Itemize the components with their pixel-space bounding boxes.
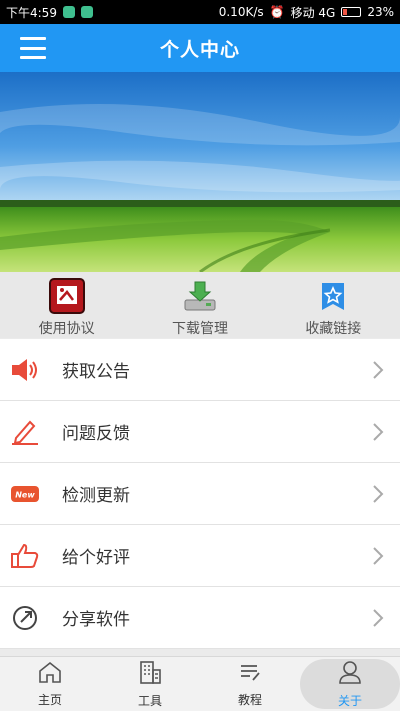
quick-action-label: 下载管理 <box>171 321 228 337</box>
new-badge-text: New <box>15 490 35 499</box>
chevron-right-icon <box>370 544 386 568</box>
menu-item-label: 检测更新 <box>62 486 130 506</box>
speaker-icon <box>10 355 40 385</box>
battery-icon <box>341 7 362 17</box>
quick-action-agreement[interactable]: 使用协议 <box>7 278 127 338</box>
menu-item-share[interactable]: 分享软件 <box>0 587 400 649</box>
chevron-right-icon <box>370 420 386 444</box>
network-speed: 0.10K/s <box>218 5 264 19</box>
menu-item-label: 获取公告 <box>62 362 130 382</box>
notification-icon <box>80 6 93 18</box>
battery-percent: 23% <box>367 5 394 19</box>
app-bar: 个人中心 <box>0 24 400 72</box>
nav-item-home[interactable]: 主页 <box>0 657 100 711</box>
new-badge-icon: New <box>10 479 40 509</box>
download-icon <box>181 278 219 314</box>
nav-item-tutorials[interactable]: 教程 <box>200 657 300 711</box>
chevron-right-icon <box>370 358 386 382</box>
notes-icon <box>237 660 263 688</box>
quick-action-label: 使用协议 <box>38 321 95 337</box>
menu-item-label: 给个好评 <box>62 548 130 568</box>
nav-label: 关于 <box>337 694 362 708</box>
menu-item-announcement[interactable]: 获取公告 <box>0 339 400 401</box>
thumbs-up-icon <box>10 541 40 571</box>
nav-label: 教程 <box>237 693 262 707</box>
quick-actions: 使用协议 下载管理 收藏链接 <box>0 272 400 338</box>
menu-item-label: 问题反馈 <box>62 424 130 444</box>
page-title: 个人中心 <box>159 38 240 61</box>
bookmark-star-icon <box>314 278 352 314</box>
agreement-icon <box>48 278 86 314</box>
hamburger-menu-icon[interactable] <box>20 37 46 59</box>
menu-item-label: 分享软件 <box>62 610 130 630</box>
notification-icon <box>62 6 75 18</box>
quick-action-label: 收藏链接 <box>305 321 362 337</box>
building-icon <box>137 659 163 689</box>
hero-image <box>0 72 400 272</box>
pencil-icon <box>10 417 40 447</box>
carrier-label: 移动 4G <box>290 5 336 20</box>
menu-item-rate[interactable]: 给个好评 <box>0 525 400 587</box>
chevron-right-icon <box>370 482 386 506</box>
settings-menu: 获取公告 问题反馈 New 检测更新 给个好评 分享软件 <box>0 339 400 649</box>
nav-item-about[interactable]: 关于 <box>300 657 400 711</box>
status-time: 下午4:59 <box>6 5 57 20</box>
menu-item-feedback[interactable]: 问题反馈 <box>0 401 400 463</box>
nav-item-tools[interactable]: 工具 <box>100 657 200 711</box>
nav-label: 主页 <box>37 693 62 707</box>
nav-label: 工具 <box>137 694 162 708</box>
quick-action-download[interactable]: 下载管理 <box>140 278 260 338</box>
chevron-right-icon <box>370 606 386 630</box>
alarm-icon: ⏰ <box>269 5 285 19</box>
status-bar: 下午4:59 0.10K/s ⏰ 移动 4G 23% <box>0 0 400 24</box>
bottom-nav: 主页 工具 教程 关于 <box>0 656 400 711</box>
quick-action-bookmark[interactable]: 收藏链接 <box>273 278 393 338</box>
menu-item-check-update[interactable]: New 检测更新 <box>0 463 400 525</box>
user-icon <box>337 659 363 689</box>
home-icon <box>37 660 63 688</box>
share-icon <box>10 603 40 633</box>
